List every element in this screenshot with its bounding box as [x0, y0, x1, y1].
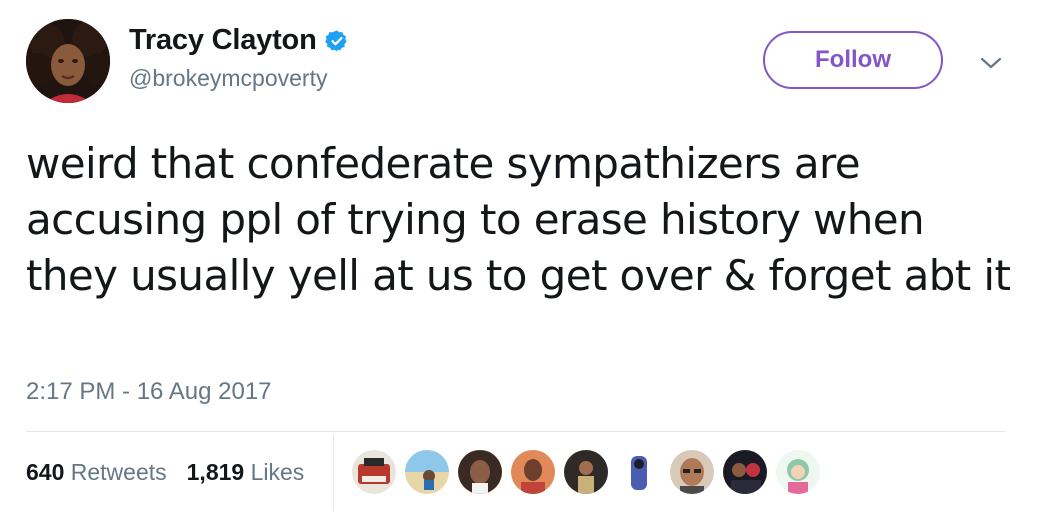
tweet-text: weird that confederate sympathizers are … — [26, 139, 1011, 300]
liker-avatars — [352, 450, 829, 494]
divider — [26, 431, 1005, 432]
retweets-stat[interactable]: 640 Retweets — [26, 459, 167, 486]
retweets-label: Retweets — [70, 458, 167, 485]
avatar[interactable] — [26, 19, 110, 103]
avatar-image — [26, 19, 110, 103]
tweet-stats: 640 Retweets 1,819 Likes — [26, 456, 324, 488]
liker-avatar-figure-blue[interactable] — [617, 450, 661, 494]
tweet-timestamp[interactable]: 2:17 PM - 16 Aug 2017 — [26, 378, 272, 406]
verified-badge-icon — [324, 29, 349, 53]
liker-avatar-typewriter[interactable] — [352, 450, 396, 494]
liker-avatar-concert[interactable] — [564, 450, 608, 494]
liker-avatar-woman-red[interactable] — [511, 450, 555, 494]
liker-avatar-woman-dark[interactable] — [458, 450, 502, 494]
likes-count: 1,819 — [186, 458, 245, 485]
author-handle[interactable]: @brokeymcpoverty — [129, 65, 327, 92]
tweet-card: Tracy Clayton @brokeymcpoverty Follow we… — [0, 0, 1040, 511]
follow-button[interactable]: Follow — [763, 31, 943, 89]
liker-avatar-man-glasses[interactable] — [670, 450, 714, 494]
author-name-row[interactable]: Tracy Clayton — [129, 24, 349, 57]
likes-stat[interactable]: 1,819 Likes — [187, 459, 305, 486]
liker-avatar-beach[interactable] — [405, 450, 449, 494]
liker-avatar-illustration[interactable] — [776, 450, 820, 494]
author-display-name[interactable]: Tracy Clayton — [129, 24, 317, 57]
chevron-down-icon[interactable] — [978, 54, 1004, 72]
likes-label: Likes — [250, 458, 305, 485]
liker-avatar-group[interactable] — [723, 450, 767, 494]
retweets-count: 640 — [26, 458, 65, 485]
stats-separator — [333, 436, 334, 511]
